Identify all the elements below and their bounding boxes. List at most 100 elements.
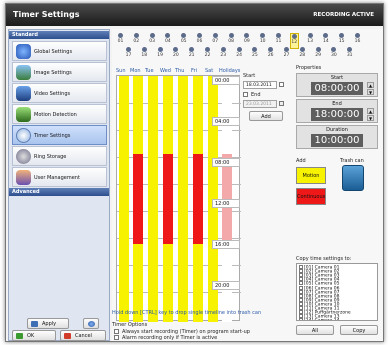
camera-day-icon <box>165 33 171 38</box>
day-14[interactable]: 14 <box>321 33 330 44</box>
day-17[interactable]: 17 <box>124 47 133 58</box>
day-20[interactable]: 20 <box>171 47 180 58</box>
day-29[interactable]: 29 <box>314 47 323 58</box>
start-date-field[interactable]: 18.03.2011 <box>243 81 277 89</box>
day-06[interactable]: 06 <box>195 33 204 44</box>
cancel-button[interactable]: Cancel <box>60 330 106 341</box>
cancel-icon <box>64 333 71 339</box>
camera-list-item[interactable]: [14] Camera 14 <box>299 318 377 320</box>
sidebar-item-motion-detection[interactable]: Motion Detection <box>12 104 107 124</box>
day-16[interactable]: 16 <box>353 33 362 44</box>
day-15[interactable]: 15 <box>337 33 346 44</box>
camera-day-icon <box>315 47 321 52</box>
end-date-picker[interactable] <box>279 101 284 106</box>
day-18[interactable]: 18 <box>140 47 149 58</box>
copy-label: Copy <box>352 328 366 334</box>
always-start-checkbox[interactable] <box>114 329 119 334</box>
end-time-down[interactable]: ▼ <box>367 115 374 121</box>
day-19[interactable]: 19 <box>156 47 165 58</box>
day-22[interactable]: 22 <box>203 47 212 58</box>
camera-day-icon <box>189 47 195 52</box>
copy-button[interactable]: Copy <box>340 325 378 335</box>
apply-button[interactable]: Apply <box>27 318 69 329</box>
end-date-field[interactable]: 23.03.2011 <box>243 100 277 108</box>
weekday-wed: Wed <box>160 68 171 74</box>
end-date-checkbox[interactable] <box>243 92 248 97</box>
camera-day-icon <box>220 47 226 52</box>
continuous-block-template[interactable]: Continuous <box>296 188 326 205</box>
start-date-picker[interactable] <box>279 82 284 87</box>
timeline-tue[interactable] <box>148 76 158 322</box>
cancel-label: Cancel <box>75 333 92 339</box>
day-09[interactable]: 09 <box>242 33 251 44</box>
timeline-wed[interactable] <box>163 76 173 322</box>
sidebar-item-video-settings[interactable]: Video Settings <box>12 83 107 103</box>
motion-block-template[interactable]: Motion <box>296 167 326 184</box>
sidebar-item-global-settings[interactable]: Global Settings <box>12 41 107 61</box>
sidebar-item-user-management[interactable]: User Management <box>12 167 107 187</box>
day-08[interactable]: 08 <box>227 33 236 44</box>
end-time-up[interactable]: ▲ <box>367 108 374 114</box>
timeline-grid[interactable]: 00:00 04:00 08:00 12:00 16:00 20:00 <box>116 75 241 322</box>
day-05[interactable]: 05 <box>179 33 188 44</box>
sidebar-item-ring-storage[interactable]: Ring Storage <box>12 146 107 166</box>
day-11[interactable]: 11 <box>274 33 283 44</box>
day-27[interactable]: 27 <box>282 47 291 58</box>
day-21[interactable]: 21 <box>187 47 196 58</box>
start-time-up[interactable]: ▲ <box>367 82 374 88</box>
section-advanced[interactable]: Advanced <box>9 188 109 196</box>
camera-checkbox[interactable] <box>299 318 303 320</box>
timeline-thu[interactable] <box>178 76 188 322</box>
day-number: 22 <box>204 53 211 58</box>
day-number: 23 <box>220 53 227 58</box>
day-30[interactable]: 30 <box>329 47 338 58</box>
day-number: 14 <box>323 39 329 44</box>
ok-button[interactable]: OK <box>12 330 56 341</box>
sidebar-item-image-settings[interactable]: Image Settings <box>12 62 107 82</box>
sidebar-item-label: Timer Settings <box>34 133 71 139</box>
day-number: 11 <box>275 39 282 44</box>
continuous-block[interactable] <box>163 154 173 244</box>
timeline-fri[interactable] <box>193 76 203 322</box>
end-time-value[interactable]: 18:00:00 <box>311 108 363 121</box>
day-24[interactable]: 24 <box>235 47 244 58</box>
end-time-box: End 18:00:00 ▲ ▼ <box>296 99 378 123</box>
camera-day-icon <box>339 33 345 38</box>
timeline-sun[interactable] <box>119 76 129 322</box>
camera-day-icon <box>173 47 179 52</box>
trash-can-icon[interactable] <box>342 165 364 191</box>
help-button[interactable] <box>83 318 99 329</box>
camera-list[interactable]: [01] Camera 01 [02] Camera 02 [03] Camera … <box>296 263 378 321</box>
continuous-block[interactable] <box>193 154 203 244</box>
start-time-down[interactable]: ▼ <box>367 89 374 95</box>
start-time-value[interactable]: 08:00:00 <box>311 82 363 95</box>
day-28[interactable]: 28 <box>298 47 307 58</box>
sidebar-item-timer-settings[interactable]: Timer Settings <box>12 125 107 145</box>
day-10[interactable]: 10 <box>258 33 267 44</box>
day-number: 27 <box>283 53 290 58</box>
day-26[interactable]: 26 <box>266 47 275 58</box>
save-icon <box>31 321 38 327</box>
select-all-button[interactable]: All <box>296 325 334 335</box>
day-23[interactable]: 23 <box>219 47 228 58</box>
day-31[interactable]: 31 <box>345 47 354 58</box>
title-bar: Timer Settings RECORDING ACTIVE <box>6 4 383 26</box>
day-13[interactable]: 13 <box>306 33 315 44</box>
day-25[interactable]: 25 <box>250 47 259 58</box>
continuous-block[interactable] <box>133 154 143 244</box>
day-number: 20 <box>173 53 179 58</box>
sidebar-item-label: Global Settings <box>34 49 73 55</box>
add-date-button[interactable]: Add <box>249 111 283 121</box>
day-01[interactable]: 01 <box>116 33 125 44</box>
timeline-mon[interactable] <box>133 76 143 322</box>
camera-day-icon <box>252 47 258 52</box>
alarm-only-checkbox[interactable] <box>114 335 119 340</box>
add-date-label: Add <box>261 114 271 120</box>
day-07[interactable]: 07 <box>211 33 220 44</box>
section-standard[interactable]: Standard <box>9 31 109 39</box>
camera-name: [14] Camera 14 <box>304 319 339 320</box>
day-04[interactable]: 04 <box>163 33 172 44</box>
day-number: 24 <box>236 53 242 58</box>
day-03[interactable]: 03 <box>148 33 157 44</box>
day-02[interactable]: 02 <box>132 33 141 44</box>
